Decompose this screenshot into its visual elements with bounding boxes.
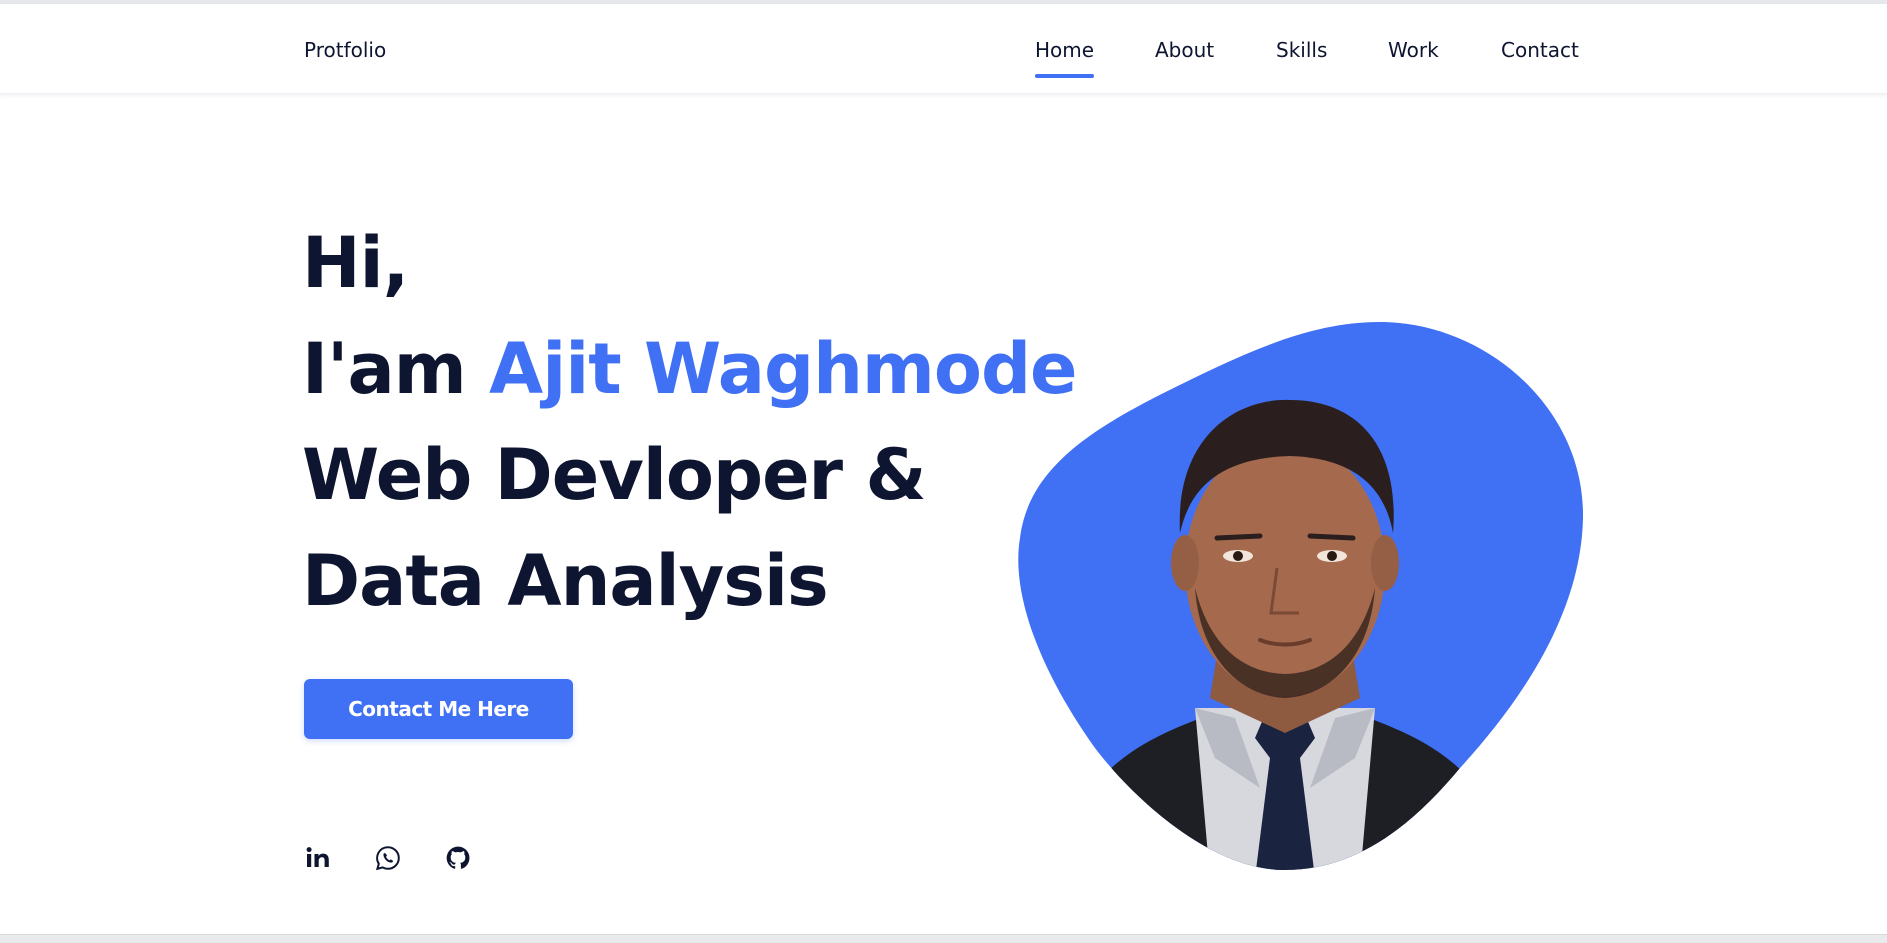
site-header: Protfolio Home About Skills Work Contact xyxy=(0,4,1887,94)
hero-intro-prefix: I'am xyxy=(302,328,490,410)
nav-work[interactable]: Work xyxy=(1388,38,1439,62)
social-links xyxy=(304,844,514,872)
nav-home[interactable]: Home xyxy=(1035,38,1095,78)
hero-role-line-2: Data Analysis xyxy=(302,540,829,622)
main-nav: Home About Skills Work Contact xyxy=(0,38,1887,88)
linkedin-icon[interactable] xyxy=(304,844,332,872)
portfolio-page: Protfolio Home About Skills Work Contact… xyxy=(0,0,1887,943)
hero-role-line-1: Web Devloper & xyxy=(302,434,926,516)
contact-me-button[interactable]: Contact Me Here xyxy=(304,679,573,739)
hero-intro: I'am Ajit Waghmode xyxy=(302,316,1078,422)
hero-text: Hi, I'am Ajit Waghmode Web Devloper & Da… xyxy=(302,210,1078,634)
nav-contact[interactable]: Contact xyxy=(1501,38,1579,62)
whatsapp-icon[interactable] xyxy=(374,844,402,872)
hero-greeting: Hi, xyxy=(302,222,409,304)
github-icon[interactable] xyxy=(444,844,472,872)
profile-blob xyxy=(1015,318,1585,870)
bottom-bar xyxy=(0,934,1887,943)
nav-skills[interactable]: Skills xyxy=(1276,38,1327,62)
nav-about[interactable]: About xyxy=(1155,38,1214,62)
hero-name: Ajit Waghmode xyxy=(489,328,1078,410)
